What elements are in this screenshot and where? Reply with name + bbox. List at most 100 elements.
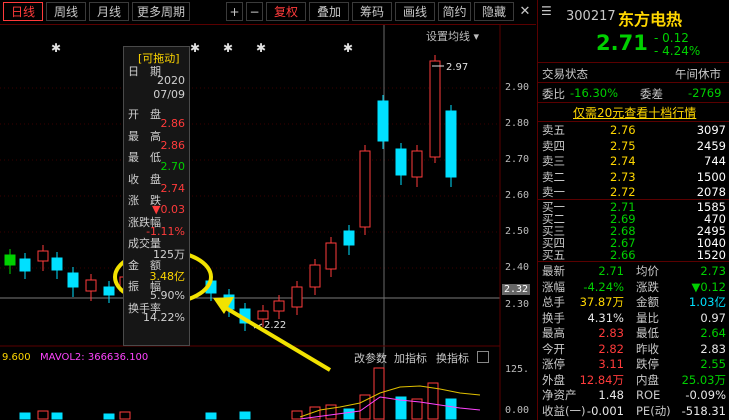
stat-label: 均价 xyxy=(636,264,659,278)
ask-label: 卖四 xyxy=(542,138,565,153)
stat-label: 涨跌 xyxy=(636,279,659,294)
stat-row: 涨停 3.11 跌停 2.55 xyxy=(538,357,729,372)
stat-label: 昨收 xyxy=(636,341,659,356)
crosshair-price-label: 2.32 xyxy=(502,284,531,295)
price-label: 2.30 xyxy=(505,299,530,310)
price-change-pct: - 4.24% xyxy=(654,44,701,58)
stat-label: 今开 xyxy=(542,341,565,356)
candle xyxy=(411,150,423,178)
close-icon[interactable]: ✕ xyxy=(517,3,533,20)
candle xyxy=(257,310,269,320)
candle xyxy=(377,100,389,142)
stat-value: 3.11 xyxy=(598,357,624,371)
switch-indicator-button[interactable]: 换指标 xyxy=(436,350,469,366)
volume-bar xyxy=(103,413,115,420)
stat-row: 净资产 1.48 ROE -0.09% xyxy=(538,388,729,403)
ask-volume: 2078 xyxy=(696,185,726,199)
ask-row[interactable]: 卖三 2.74 744 xyxy=(538,154,729,169)
stat-value: 25.03万 xyxy=(681,372,726,387)
edit-params-button[interactable]: 改参数 xyxy=(354,350,387,366)
stat-value: 4.31% xyxy=(587,310,624,325)
stat-value: 37.87万 xyxy=(579,295,624,309)
stat-row: 总手 37.87万 金额 1.03亿 xyxy=(538,295,729,310)
chips-button[interactable]: 筹码 xyxy=(352,2,392,21)
stat-label: 最新 xyxy=(542,264,565,278)
price-label: 2.90 xyxy=(505,82,530,93)
period-week-button[interactable]: 周线 xyxy=(46,2,86,21)
stat-row: 最高 2.83 最低 2.64 xyxy=(538,326,729,341)
candle xyxy=(19,258,31,272)
stat-value: 2.83 xyxy=(700,341,726,356)
price-label: 2.60 xyxy=(505,190,530,201)
upgrade-level10-link[interactable]: 仅需20元查看十档行情 xyxy=(573,104,696,121)
stat-value: 12.84万 xyxy=(579,372,624,387)
ask-row[interactable]: 卖五 2.76 3097 xyxy=(538,123,729,138)
svg-text:✱: ✱ xyxy=(343,41,353,55)
info-value: 2020 xyxy=(157,74,185,87)
stat-value: 0.97 xyxy=(700,310,726,325)
stat-value: 1.03亿 xyxy=(688,295,726,309)
trade-status-label: 交易状态 xyxy=(542,67,588,81)
ask-row[interactable]: 卖二 2.73 1500 xyxy=(538,170,729,185)
stat-label: PE(动) xyxy=(636,403,671,418)
menu-icon[interactable]: ☰ xyxy=(541,4,553,18)
stat-value: 2.55 xyxy=(700,357,726,371)
ask-label: 卖一 xyxy=(542,185,565,199)
stat-value: -4.24% xyxy=(583,279,624,294)
stock-name: 东方电热 xyxy=(618,10,683,29)
stat-value: -0.001 xyxy=(586,403,624,418)
more-periods-button[interactable]: 更多周期 xyxy=(132,2,190,21)
svg-text:✱: ✱ xyxy=(256,41,266,55)
stat-value: 2.71 xyxy=(598,264,624,278)
ask-price: 2.75 xyxy=(610,138,636,153)
candle xyxy=(37,250,49,262)
candle xyxy=(395,148,407,176)
volume-bar xyxy=(239,411,251,420)
bid-row[interactable]: 买五 2.66 1520 xyxy=(538,249,729,261)
vol-axis-label: 0.00 xyxy=(505,405,530,416)
stat-label: 涨停 xyxy=(542,357,565,371)
zoom-in-button[interactable]: + xyxy=(226,2,243,21)
indicator-menu-icon[interactable] xyxy=(477,351,489,363)
stat-value: ▼0.12 xyxy=(691,279,726,294)
zoom-out-button[interactable]: − xyxy=(246,2,263,21)
candle xyxy=(273,300,285,312)
candle xyxy=(359,150,371,228)
candle xyxy=(103,286,115,296)
svg-text:✱: ✱ xyxy=(223,41,233,55)
info-value: 07/09 xyxy=(153,87,185,101)
volume-bar xyxy=(291,410,303,420)
stat-label: 最高 xyxy=(542,326,565,340)
simple-button[interactable]: 简约 xyxy=(438,2,471,21)
stat-label: ROE xyxy=(636,388,661,402)
volume-bar xyxy=(51,412,63,420)
candle xyxy=(429,60,441,158)
overlay-button[interactable]: 叠加 xyxy=(309,2,349,21)
hide-button[interactable]: 隐藏 xyxy=(474,2,514,21)
data-tooltip-panel[interactable]: [可拖动] 日 期 2020 07/09 开 盘 2.86 最 高 2.86 最 低 2.70 收… xyxy=(123,46,190,346)
stat-value: -518.31 xyxy=(681,403,726,418)
volume-bar xyxy=(445,398,457,420)
add-indicator-button[interactable]: 加指标 xyxy=(394,350,427,366)
ask-row[interactable]: 卖一 2.72 2078 xyxy=(538,185,729,200)
stat-value: 2.83 xyxy=(598,326,624,340)
kline-chart[interactable]: ✱ ✱ ✱ ✱ ✱ 设置均线 ▾ 2.90 2.80 2.70 2.60 2.50 2.… xyxy=(0,25,536,420)
period-day-button[interactable]: 日线 xyxy=(3,2,43,21)
trade-status-value: 午间休市 xyxy=(675,67,721,81)
info-value: 2.86 xyxy=(160,117,186,130)
draw-line-button[interactable]: 画线 xyxy=(395,2,435,21)
stat-value: 2.64 xyxy=(700,326,726,340)
ask-label: 卖五 xyxy=(542,123,565,137)
stat-row: 换手 4.31% 量比 0.97 xyxy=(538,311,729,326)
stat-label: 净资产 xyxy=(542,388,577,402)
chart-toolbar: 日线 周线 月线 更多周期 + − 复权 叠加 筹码 画线 简约 隐藏 ✕ xyxy=(0,0,536,25)
info-value: 14.22% xyxy=(143,310,185,324)
ask-row[interactable]: 卖四 2.75 2459 xyxy=(538,139,729,154)
candle xyxy=(4,254,16,266)
stat-row: 最新 2.71 均价 2.73 xyxy=(538,264,729,279)
period-month-button[interactable]: 月线 xyxy=(89,2,129,21)
ma-setting-button[interactable]: 设置均线 ▾ xyxy=(426,28,479,44)
stat-value: 1.48 xyxy=(598,388,624,402)
order-ratio-label: 委比 xyxy=(542,87,565,101)
rights-adjust-button[interactable]: 复权 xyxy=(266,2,306,21)
